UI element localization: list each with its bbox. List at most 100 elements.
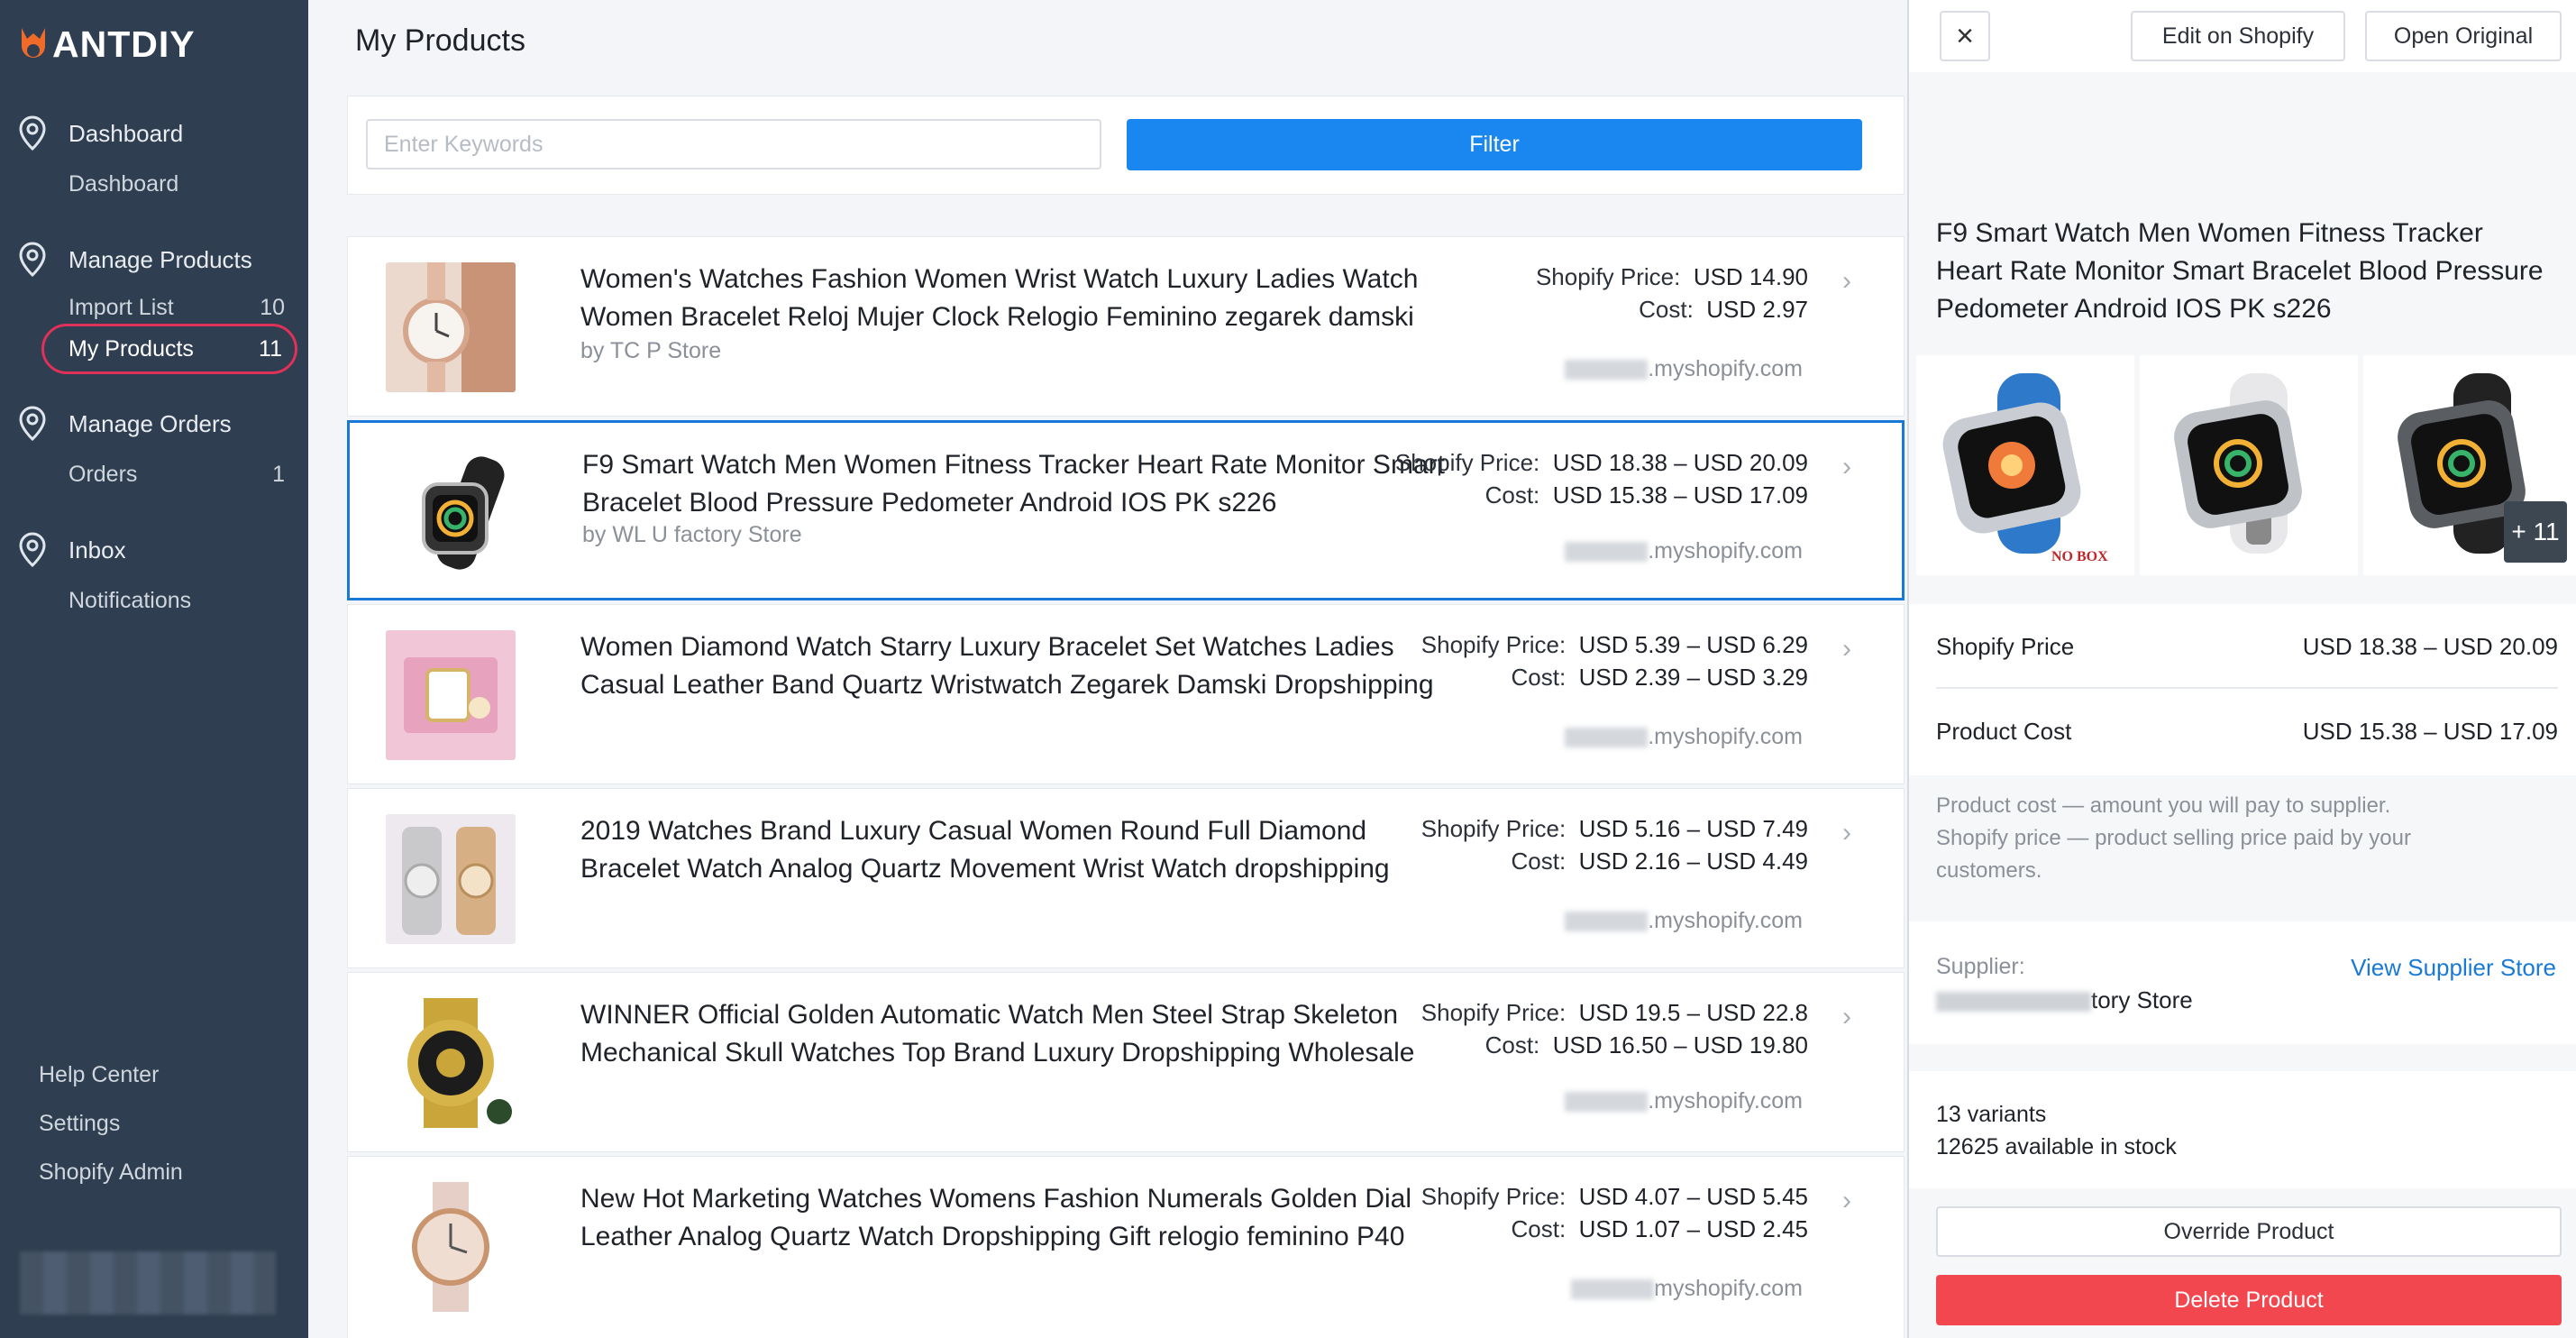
- sidebar-item-count: 1: [272, 462, 285, 487]
- product-row[interactable]: Women's Watches Fashion Women Wrist Watc…: [347, 236, 1905, 417]
- price-label: Shopify Price:: [1420, 1183, 1567, 1210]
- close-panel-button[interactable]: ×: [1940, 11, 1990, 61]
- product-store: by WL U factory Store: [582, 522, 802, 547]
- product-thumbnail: [388, 448, 517, 578]
- nav-group-manage-products[interactable]: Manage Products: [16, 242, 252, 278]
- product-thumbnail: [386, 262, 516, 392]
- open-original-button[interactable]: Open Original: [2365, 11, 2562, 61]
- sidebar-item-import-list[interactable]: Import List 10: [69, 295, 285, 321]
- view-supplier-store-link[interactable]: View Supplier Store: [2351, 954, 2556, 982]
- cost-label: Cost:: [1511, 848, 1567, 875]
- shop-domain[interactable]: .myshopify.com: [1565, 538, 1803, 564]
- account-info-blurred[interactable]: [20, 1251, 276, 1315]
- gallery-image[interactable]: [2140, 355, 2358, 575]
- chevron-right-icon[interactable]: ›: [1842, 1002, 1851, 1032]
- fox-logo-icon: [22, 27, 45, 58]
- shop-domain[interactable]: .myshopify.com: [1565, 1088, 1803, 1114]
- product-title[interactable]: F9 Smart Watch Men Women Fitness Tracker…: [582, 446, 1466, 522]
- shopify-price: USD 18.38 – USD 20.09: [1552, 449, 1808, 476]
- product-detail-panel: × Edit on Shopify Open Original F9 Smart…: [1907, 0, 2576, 1338]
- chevron-right-icon[interactable]: ›: [1842, 452, 1851, 482]
- cost-value: USD 16.50 – USD 19.80: [1552, 1031, 1808, 1058]
- nav-group-label: Dashboard: [69, 119, 184, 147]
- override-product-button[interactable]: Override Product: [1936, 1206, 2562, 1257]
- variants-count: 13 variants: [1936, 1102, 2047, 1127]
- product-prices: Shopify Price: USD 4.07 – USD 5.45 Cost:…: [1421, 1180, 1808, 1245]
- sidebar-item-my-products[interactable]: My Products 11: [41, 324, 297, 374]
- delete-product-button[interactable]: Delete Product: [1936, 1275, 2562, 1325]
- shopify-price-value: USD 18.38 – USD 20.09: [2302, 633, 2558, 660]
- product-cost-value: USD 15.38 – USD 17.09: [2302, 718, 2558, 745]
- product-prices: Shopify Price: USD 5.16 – USD 7.49 Cost:…: [1421, 812, 1808, 877]
- location-pin-icon: [19, 532, 46, 568]
- cost-label: Cost:: [1484, 1031, 1540, 1058]
- chevron-right-icon[interactable]: ›: [1842, 266, 1851, 297]
- chevron-right-icon[interactable]: ›: [1842, 818, 1851, 848]
- product-cost-label: Product Cost: [1936, 718, 2072, 745]
- location-pin-icon: [19, 406, 46, 442]
- location-pin-icon: [19, 115, 46, 151]
- chevron-right-icon[interactable]: ›: [1842, 634, 1851, 664]
- cost-label: Cost:: [1511, 1215, 1567, 1242]
- sidebar-item-count: 11: [259, 335, 282, 362]
- settings-link[interactable]: Settings: [39, 1111, 120, 1137]
- product-prices: Shopify Price: USD 14.90 Cost: USD 2.97: [1536, 261, 1808, 325]
- product-thumbnail: [386, 630, 516, 760]
- product-row-selected[interactable]: F9 Smart Watch Men Women Fitness Tracker…: [347, 420, 1905, 600]
- shop-domain[interactable]: .myshopify.com: [1565, 356, 1803, 382]
- product-row[interactable]: Women Diamond Watch Starry Luxury Bracel…: [347, 604, 1905, 784]
- price-label: Shopify Price:: [1420, 815, 1567, 842]
- cost-label: Cost:: [1511, 664, 1567, 691]
- gallery-image[interactable]: NO BOX: [1916, 355, 2134, 575]
- product-title[interactable]: Women Diamond Watch Starry Luxury Bracel…: [580, 628, 1464, 704]
- product-thumbnail: [386, 1182, 516, 1312]
- divider: [1936, 687, 2558, 689]
- app-logo[interactable]: ANTDIY: [16, 23, 196, 66]
- shopify-price: USD 5.16 – USD 7.49: [1578, 815, 1808, 842]
- shopify-price: USD 19.5 – USD 22.8: [1578, 999, 1808, 1026]
- cost-label: Cost:: [1484, 481, 1540, 509]
- shopify-admin-link[interactable]: Shopify Admin: [39, 1159, 183, 1186]
- product-title[interactable]: Women's Watches Fashion Women Wrist Watc…: [580, 261, 1464, 336]
- shop-domain[interactable]: .myshopify.com: [1565, 724, 1803, 750]
- cost-label: Cost:: [1639, 296, 1694, 323]
- sidebar-item-orders[interactable]: Orders 1: [69, 462, 285, 488]
- product-title[interactable]: WINNER Official Golden Automatic Watch M…: [580, 996, 1464, 1072]
- product-prices: Shopify Price: USD 18.38 – USD 20.09 Cos…: [1395, 446, 1808, 511]
- sidebar-item-label: Notifications: [69, 588, 192, 613]
- chevron-right-icon[interactable]: ›: [1842, 1186, 1851, 1216]
- product-row[interactable]: WINNER Official Golden Automatic Watch M…: [347, 972, 1905, 1152]
- filter-button[interactable]: Filter: [1127, 119, 1862, 170]
- product-prices: Shopify Price: USD 19.5 – USD 22.8 Cost:…: [1421, 996, 1808, 1061]
- logo-text: ANTDIY: [52, 23, 196, 65]
- sidebar-item-dashboard[interactable]: Dashboard: [69, 171, 285, 197]
- price-label: Shopify Price:: [1394, 449, 1540, 476]
- more-images-badge[interactable]: + 11: [2504, 501, 2567, 563]
- shop-domain[interactable]: .myshopify.com: [1565, 908, 1803, 934]
- location-pin-icon: [19, 242, 46, 278]
- product-row[interactable]: 2019 Watches Brand Luxury Casual Women R…: [347, 788, 1905, 968]
- no-box-label: NO BOX: [2051, 549, 2108, 564]
- shop-domain[interactable]: myshopify.com: [1571, 1276, 1803, 1302]
- search-input[interactable]: [366, 119, 1101, 170]
- sidebar-item-label: Dashboard: [69, 171, 179, 197]
- sidebar-item-label: Import List: [69, 295, 174, 320]
- nav-group-manage-orders[interactable]: Manage Orders: [16, 406, 232, 442]
- nav-group-inbox[interactable]: Inbox: [16, 532, 126, 568]
- sidebar-item-notifications[interactable]: Notifications: [69, 588, 285, 614]
- price-label: Shopify Price:: [1535, 263, 1681, 290]
- help-center-link[interactable]: Help Center: [39, 1062, 159, 1088]
- edit-on-shopify-button[interactable]: Edit on Shopify: [2131, 11, 2345, 61]
- price-explanation-note: Product cost — amount you will pay to su…: [1936, 793, 2411, 883]
- product-title[interactable]: 2019 Watches Brand Luxury Casual Women R…: [580, 812, 1464, 888]
- price-label: Shopify Price:: [1420, 631, 1567, 658]
- product-title[interactable]: New Hot Marketing Watches Womens Fashion…: [580, 1180, 1464, 1256]
- cost-value: USD 2.16 – USD 4.49: [1578, 848, 1808, 875]
- product-row[interactable]: New Hot Marketing Watches Womens Fashion…: [347, 1156, 1905, 1338]
- product-cost-row: Product Cost USD 15.38 – USD 17.09: [1936, 718, 2558, 746]
- nav-group-dashboard[interactable]: Dashboard: [16, 115, 183, 151]
- price-label: Shopify Price:: [1420, 999, 1567, 1026]
- nav-group-label: Manage Products: [69, 245, 252, 273]
- shopify-price: USD 14.90: [1693, 263, 1808, 290]
- page-title: My Products: [355, 23, 525, 58]
